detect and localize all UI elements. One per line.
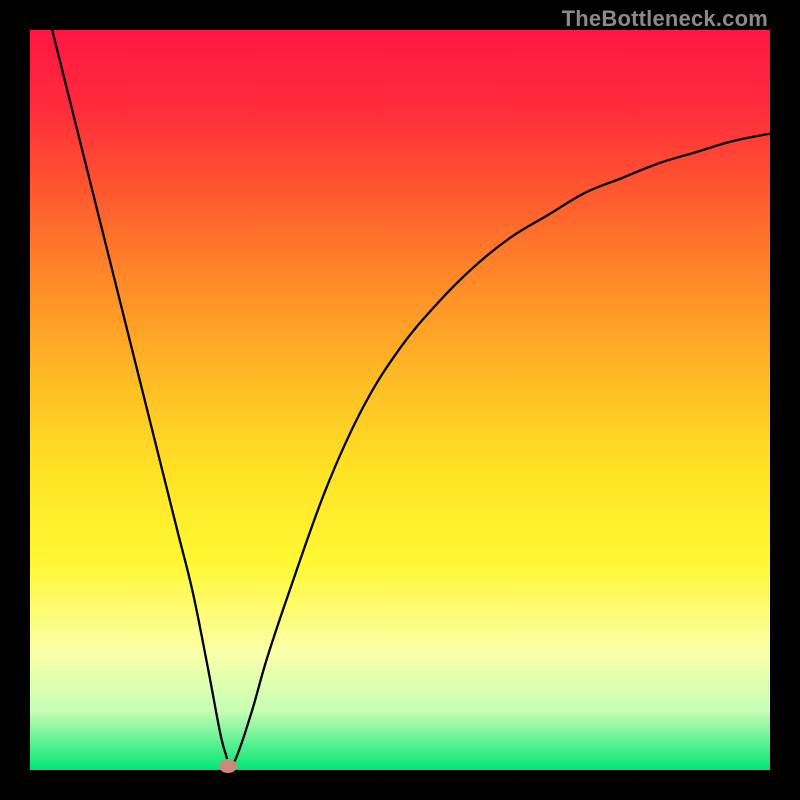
bottleneck-curve [52, 30, 770, 766]
curve-svg [30, 30, 770, 770]
minimum-marker [219, 759, 237, 773]
chart-container: TheBottleneck.com [0, 0, 800, 800]
watermark-label: TheBottleneck.com [562, 6, 768, 32]
